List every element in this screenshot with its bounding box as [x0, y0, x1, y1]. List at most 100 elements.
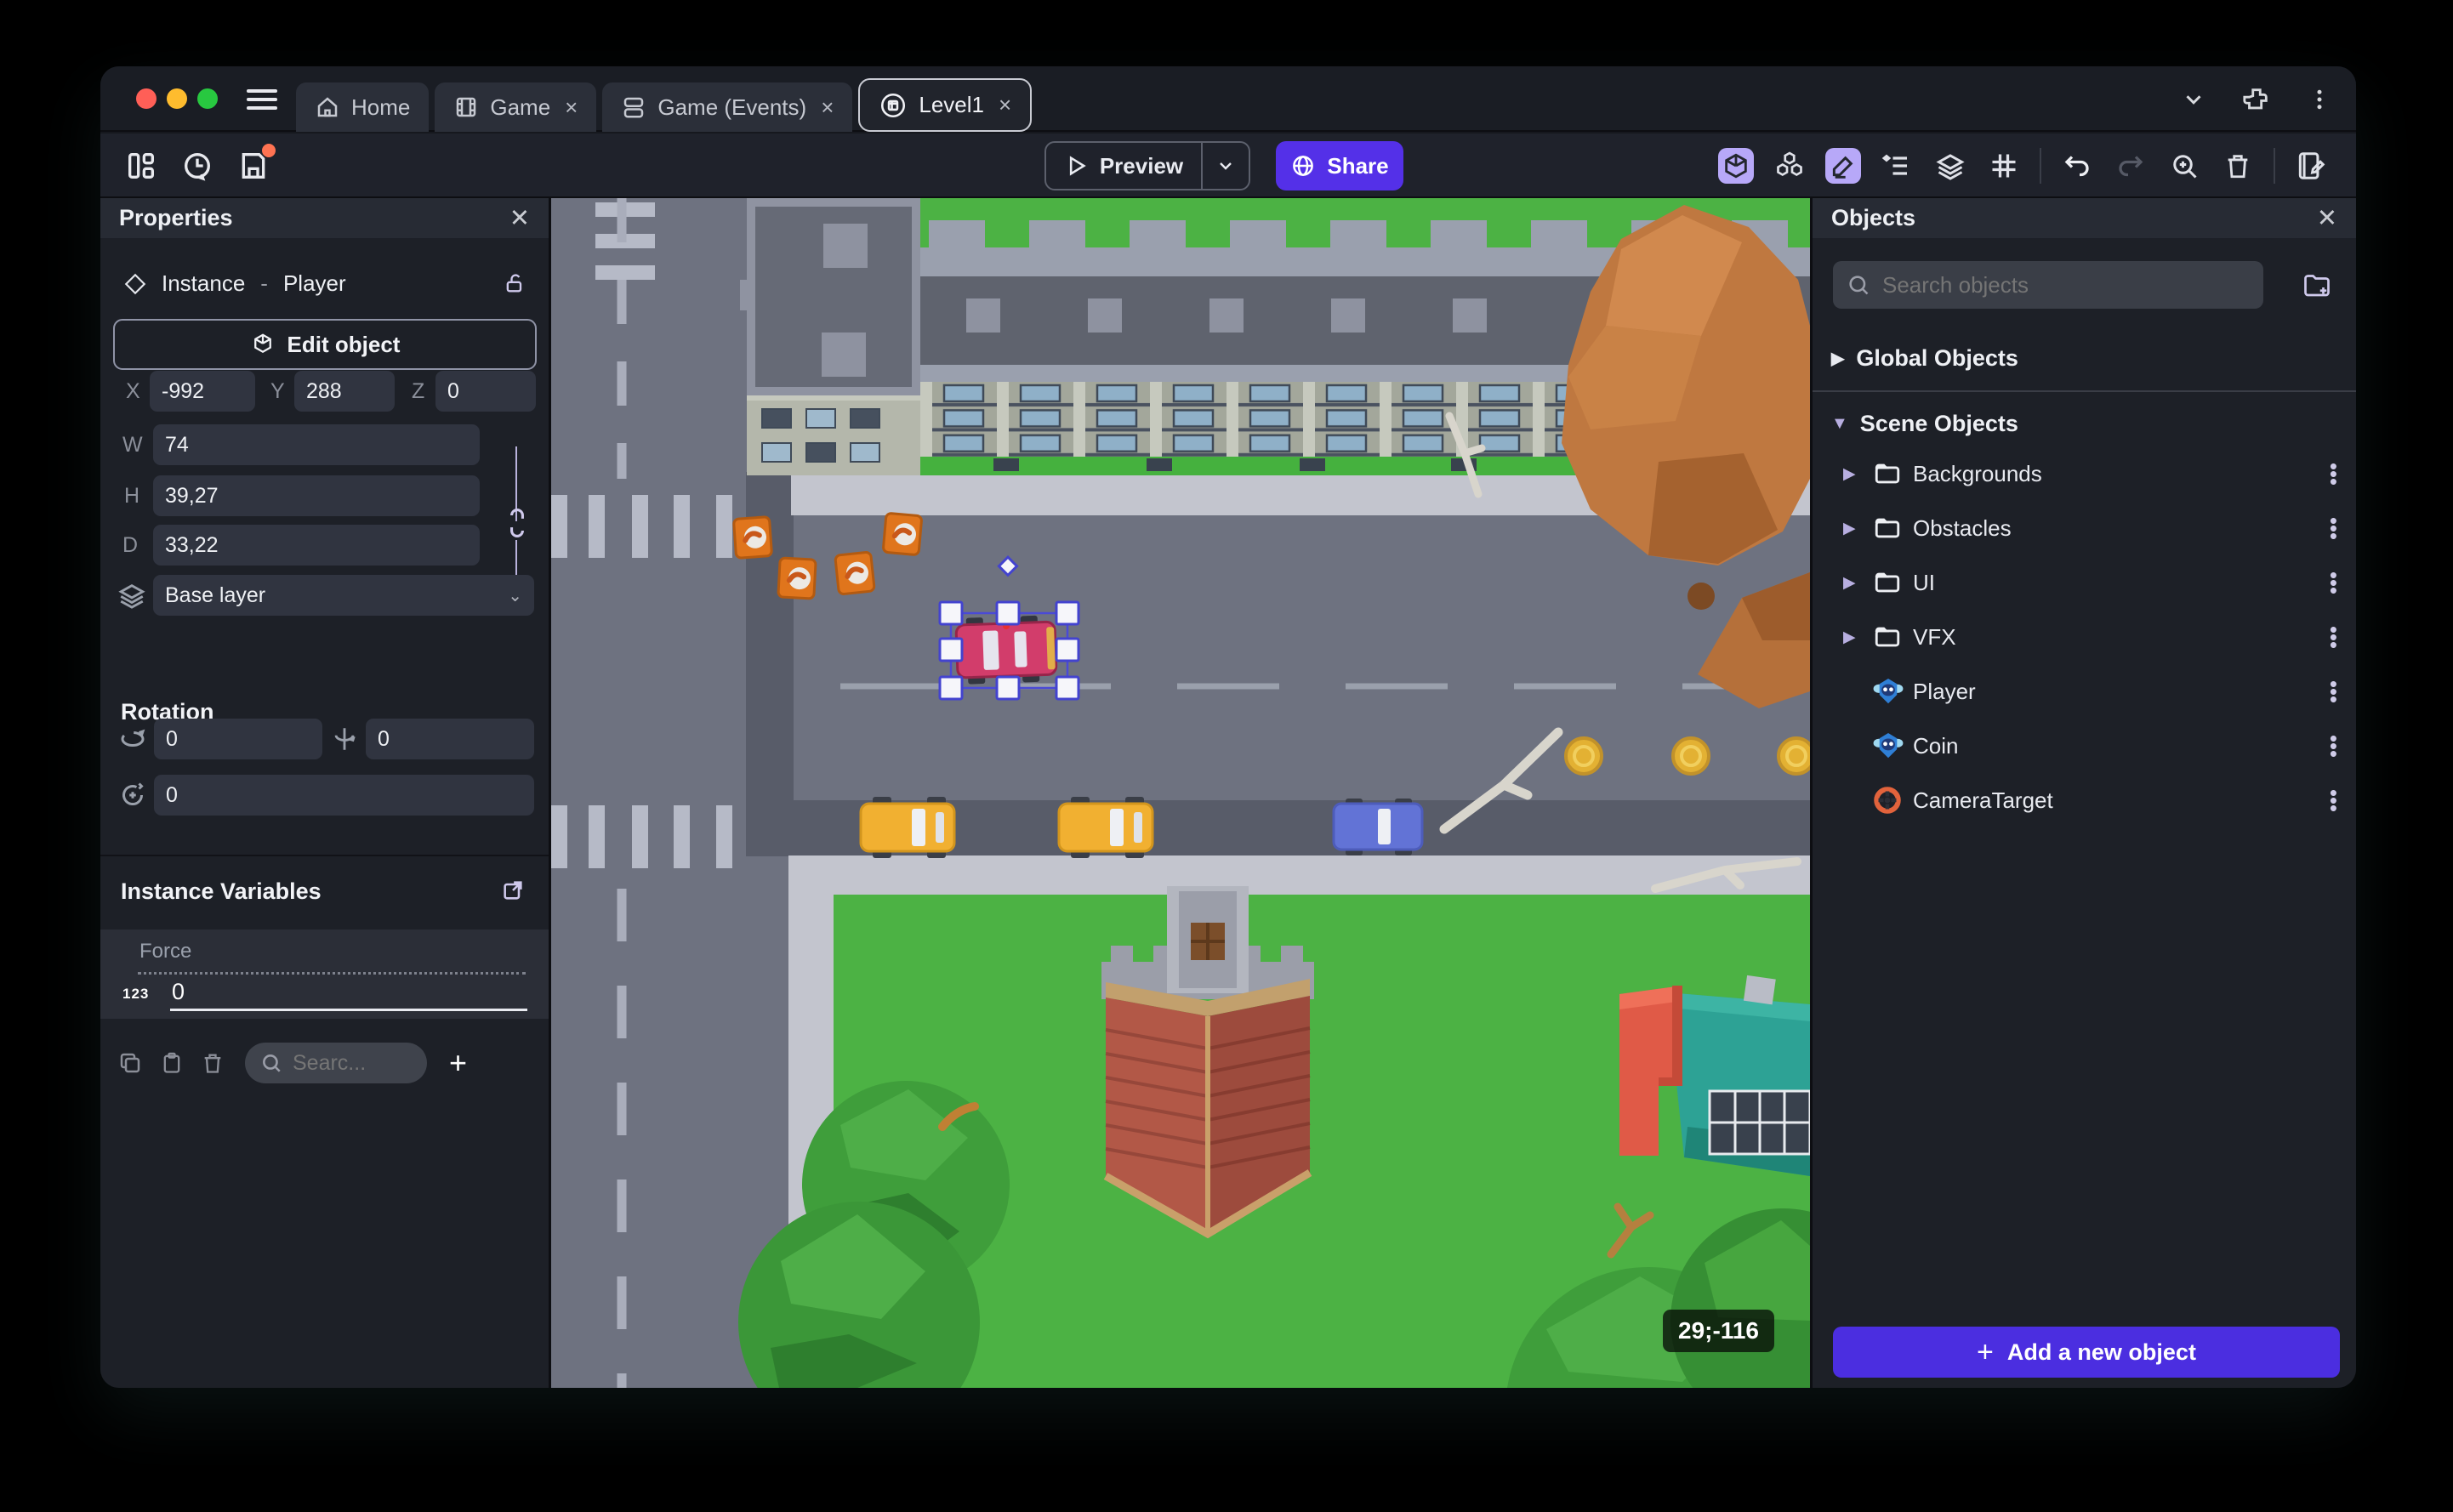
- trash-icon[interactable]: [201, 1050, 225, 1076]
- main-menu-icon[interactable]: [247, 89, 277, 110]
- kebab-menu-icon[interactable]: • • •: [2330, 618, 2337, 656]
- tab-game[interactable]: Game ×: [435, 82, 597, 132]
- scene-canvas[interactable]: 29;-116: [551, 198, 1810, 1388]
- traffic-cars[interactable]: [859, 797, 1424, 858]
- chevron-down-icon[interactable]: [2181, 87, 2206, 112]
- w-field[interactable]: [153, 424, 480, 465]
- tab-close-icon[interactable]: ×: [817, 94, 834, 121]
- tab-close-icon[interactable]: ×: [561, 94, 578, 121]
- extensions-puzzle-icon[interactable]: [2242, 85, 2271, 114]
- history-icon[interactable]: [180, 149, 214, 183]
- copy-icon[interactable]: [117, 1050, 143, 1076]
- tab-bar: Home Game × Game (Events) × Level1 ×: [296, 78, 1033, 132]
- pencil-icon: [1832, 156, 1853, 179]
- save-button[interactable]: [236, 144, 276, 183]
- kebab-menu-icon[interactable]: • • •: [2330, 673, 2337, 710]
- grid-button[interactable]: [1986, 148, 2022, 184]
- tab-close-icon[interactable]: ×: [995, 92, 1011, 118]
- kebab-menu-icon[interactable]: [2307, 87, 2332, 112]
- objects-search-input[interactable]: [1882, 271, 2250, 298]
- objects-search[interactable]: [1833, 261, 2263, 309]
- add-object-button[interactable]: + Add a new object: [1833, 1327, 2340, 1378]
- object-player[interactable]: Player • • •: [1813, 664, 2356, 719]
- instance-type: Instance: [162, 270, 246, 296]
- maximize-button[interactable]: [197, 88, 218, 109]
- properties-title: Properties: [119, 205, 233, 230]
- chevron-right-icon[interactable]: ▶: [1843, 628, 1872, 647]
- object-folder-backgrounds[interactable]: ▶ Backgrounds • • •: [1813, 446, 2356, 501]
- kebab-menu-icon[interactable]: • • •: [2330, 782, 2337, 819]
- play-icon: [1069, 156, 1086, 176]
- toggle-3d-view[interactable]: [1718, 148, 1754, 184]
- y-field[interactable]: [294, 371, 395, 412]
- group-scene-objects[interactable]: ▼ Scene Objects: [1813, 406, 2356, 441]
- rotation-x-field[interactable]: [154, 719, 322, 759]
- tab-home[interactable]: Home: [296, 82, 430, 132]
- group-global-objects[interactable]: ▶ Global Objects: [1813, 340, 2356, 376]
- chevron-right-icon[interactable]: ▶: [1843, 573, 1872, 593]
- variable-value[interactable]: 0: [172, 979, 185, 1005]
- link-dimensions-icon[interactable]: [506, 508, 528, 538]
- x-field[interactable]: [150, 371, 255, 412]
- delete-button[interactable]: [2220, 148, 2256, 184]
- add-folder-icon[interactable]: [2302, 270, 2332, 300]
- edit-mode-button[interactable]: [1825, 148, 1861, 184]
- layers-button[interactable]: [1932, 148, 1968, 184]
- close-panel-icon[interactable]: ✕: [2317, 203, 2337, 233]
- preview-button[interactable]: Preview: [1044, 141, 1250, 190]
- kebab-menu-icon[interactable]: • • •: [2330, 727, 2337, 765]
- close-panel-icon[interactable]: ✕: [509, 203, 530, 233]
- kebab-menu-icon[interactable]: • • •: [2330, 564, 2337, 601]
- object-folder-ui[interactable]: ▶ UI • • •: [1813, 555, 2356, 610]
- d-field[interactable]: [153, 525, 480, 566]
- object-camera-target[interactable]: CameraTarget • • •: [1813, 773, 2356, 827]
- object-folder-obstacles[interactable]: ▶ Obstacles • • •: [1813, 501, 2356, 555]
- building-tower[interactable]: [740, 198, 920, 475]
- objects-mode-button[interactable]: [1772, 148, 1807, 184]
- scene-render: [551, 198, 1810, 1388]
- tab-game-events[interactable]: Game (Events) ×: [602, 82, 853, 132]
- unlock-icon[interactable]: [503, 270, 526, 296]
- variable-name[interactable]: Force: [139, 940, 191, 963]
- variables-search[interactable]: [245, 1043, 427, 1083]
- zoom-button[interactable]: [2166, 148, 2202, 184]
- z-field[interactable]: [435, 371, 536, 412]
- close-button[interactable]: [136, 88, 157, 109]
- instance-object-name: Player: [282, 270, 346, 296]
- preview-dropdown[interactable]: [1201, 143, 1249, 189]
- rotation-y-field[interactable]: [366, 719, 534, 759]
- redo-button[interactable]: [2113, 148, 2149, 184]
- kebab-menu-icon[interactable]: • • •: [2330, 455, 2337, 492]
- teal-building[interactable]: [1619, 975, 1810, 1176]
- tab-level1[interactable]: Level1 ×: [858, 78, 1033, 132]
- separator: [2274, 148, 2275, 184]
- tab-label: Home: [351, 94, 411, 120]
- add-variable-button[interactable]: +: [449, 1045, 467, 1081]
- tab-label: Game: [490, 94, 551, 120]
- rotation-z-field[interactable]: [154, 775, 534, 816]
- share-button[interactable]: Share: [1276, 141, 1403, 190]
- minimize-button[interactable]: [167, 88, 187, 109]
- layers-icon: [118, 584, 145, 609]
- cubes-icon: [1777, 151, 1802, 177]
- chevron-right-icon[interactable]: ▶: [1843, 464, 1872, 484]
- open-external-icon[interactable]: [501, 878, 525, 902]
- search-icon: [1849, 276, 1869, 295]
- object-coin[interactable]: Coin • • •: [1813, 719, 2356, 773]
- h-field[interactable]: [153, 475, 480, 516]
- chevron-right-icon[interactable]: ▶: [1843, 519, 1872, 538]
- layout-panels-icon[interactable]: [124, 149, 158, 183]
- undo-button[interactable]: [2059, 148, 2095, 184]
- app-window: Home Game × Game (Events) × Level1 × Pre…: [100, 66, 2356, 1388]
- film-icon: [457, 97, 476, 117]
- instances-list-button[interactable]: [1879, 148, 1915, 184]
- variables-search-input[interactable]: [293, 1050, 412, 1076]
- layer-select[interactable]: Base layer ⌄: [153, 575, 534, 616]
- paste-icon[interactable]: [160, 1050, 184, 1076]
- edit-object-button[interactable]: Edit object: [113, 319, 537, 370]
- edit-events-button[interactable]: [2293, 148, 2329, 184]
- instance-variables-title: Instance Variables: [121, 878, 322, 904]
- object-folder-vfx[interactable]: ▶ VFX • • •: [1813, 610, 2356, 664]
- folder-icon: [1875, 518, 1900, 538]
- kebab-menu-icon[interactable]: • • •: [2330, 509, 2337, 547]
